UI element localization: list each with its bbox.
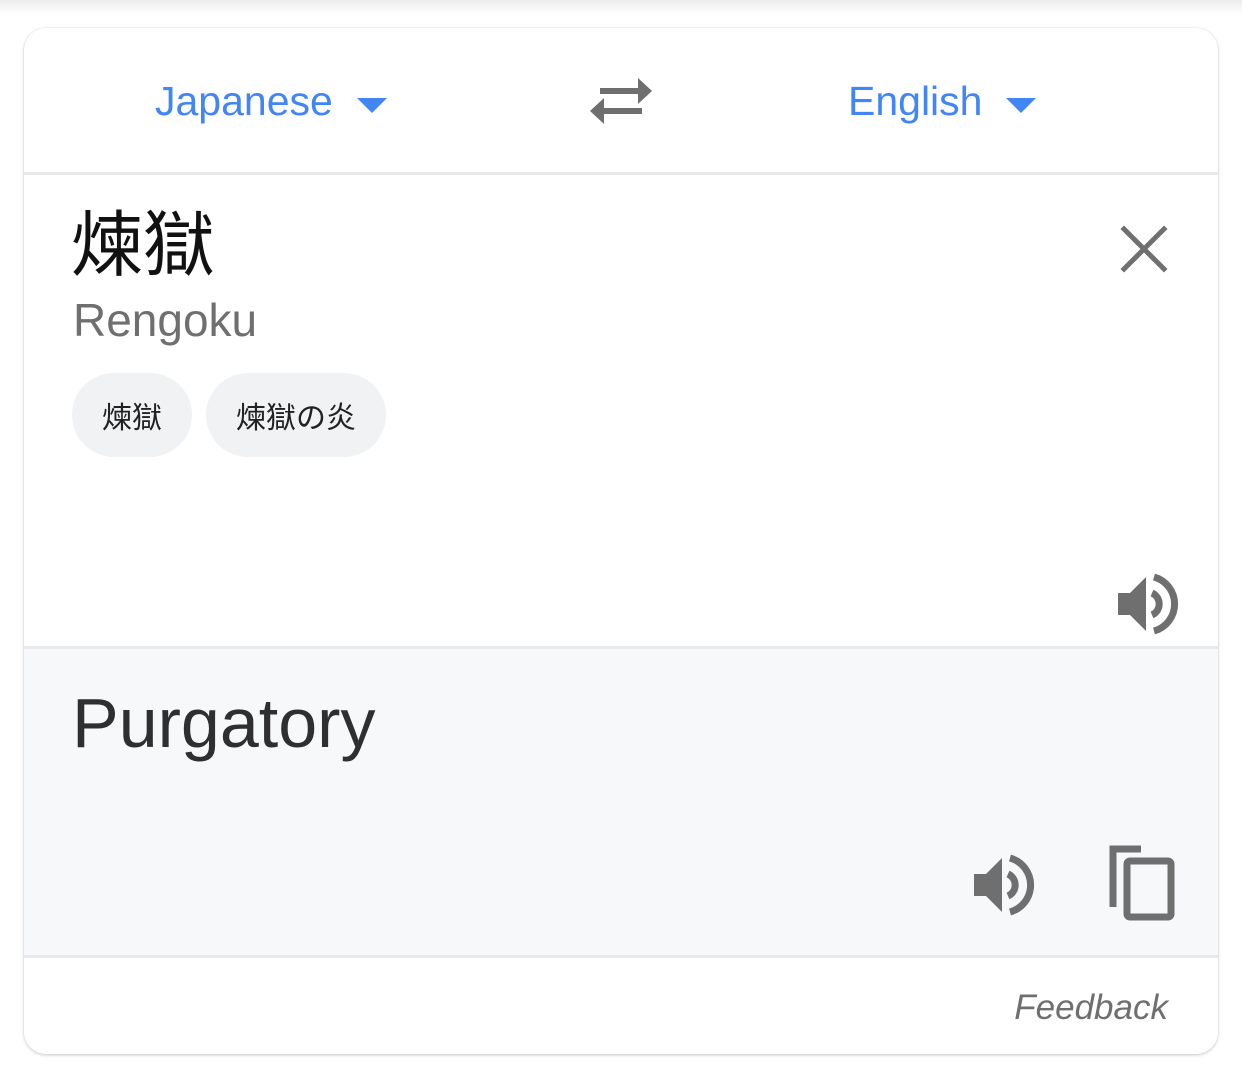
chevron-down-icon <box>356 97 387 113</box>
target-language-label: English <box>848 77 983 124</box>
translate-card: Japanese English 煉獄 Rengoku 煉獄 煉獄の炎 Purg… <box>24 28 1218 1054</box>
speaker-icon[interactable] <box>1114 571 1180 637</box>
suggestion-chip[interactable]: 煉獄の炎 <box>206 373 386 457</box>
swap-languages-icon[interactable] <box>590 76 652 126</box>
speaker-icon[interactable] <box>970 852 1036 918</box>
suggestion-chips: 煉獄 煉獄の炎 <box>72 373 386 457</box>
suggestion-chip[interactable]: 煉獄 <box>72 373 192 457</box>
source-language-label: Japanese <box>155 77 333 124</box>
copy-icon[interactable] <box>1109 845 1179 925</box>
top-shadow <box>0 0 1242 14</box>
source-text[interactable]: 煉獄 <box>71 203 215 287</box>
language-bar: Japanese English <box>24 28 1218 174</box>
translation-panel: Purgatory <box>24 649 1218 955</box>
chevron-down-icon <box>1006 97 1037 113</box>
feedback-link[interactable]: Feedback <box>1014 988 1168 1028</box>
translated-text: Purgatory <box>72 684 376 762</box>
footer: Feedback <box>24 958 1218 1054</box>
source-language-select[interactable]: Japanese <box>155 78 387 124</box>
close-icon[interactable] <box>1114 219 1174 279</box>
source-romanization: Rengoku <box>73 294 258 346</box>
source-panel[interactable]: 煉獄 Rengoku 煉獄 煉獄の炎 <box>24 175 1218 646</box>
target-language-select[interactable]: English <box>848 77 1037 124</box>
